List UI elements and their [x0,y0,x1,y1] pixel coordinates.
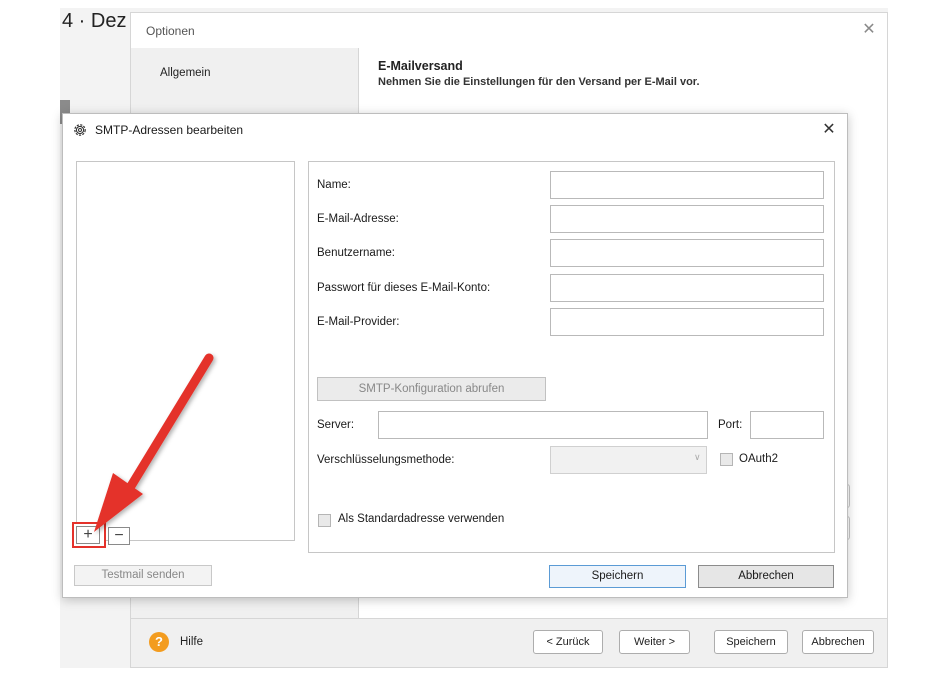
remove-address-button[interactable]: − [108,527,130,545]
default-address-checkbox[interactable] [318,514,331,527]
encryption-select[interactable] [550,446,707,474]
email-label: E-Mail-Adresse: [317,213,399,225]
options-save-button[interactable]: Speichern [714,630,788,654]
username-label: Benutzername: [317,247,395,259]
oauth2-label: OAuth2 [739,453,778,465]
server-field[interactable] [378,411,708,439]
options-dialog-title: Optionen [146,24,195,38]
next-button[interactable]: Weiter > [619,630,690,654]
oauth2-checkbox[interactable] [720,453,733,466]
fetch-smtp-config-button[interactable]: SMTP-Konfiguration abrufen [317,377,546,401]
help-link[interactable]: Hilfe [180,636,203,648]
options-cancel-button[interactable]: Abbrechen [802,630,874,654]
back-button[interactable]: < Zurück [533,630,603,654]
username-field[interactable] [550,239,824,267]
smtp-close-button[interactable]: ✕ [818,119,840,141]
port-label: Port: [718,419,743,431]
default-address-label: Als Standardadresse verwenden [338,513,505,525]
background-date-text: 4 · Dez [62,10,127,32]
smtp-cancel-button[interactable]: Abbrechen [698,565,834,588]
name-field[interactable] [550,171,824,199]
gear-icon [72,122,88,138]
smtp-save-button[interactable]: Speichern [549,565,686,588]
section-title: E-Mailversand [378,59,463,73]
smtp-address-list[interactable] [76,161,295,541]
password-field[interactable] [550,274,824,302]
testmail-button[interactable]: Testmail senden [74,565,212,586]
section-subtitle: Nehmen Sie die Einstellungen für den Ver… [378,76,700,88]
nav-item-allgemein[interactable]: Allgemein [160,67,211,79]
port-field[interactable] [750,411,824,439]
provider-label: E-Mail-Provider: [317,316,400,328]
encryption-label: Verschlüsselungsmethode: [317,454,455,466]
provider-field[interactable] [550,308,824,336]
chevron-down-icon: ∨ [694,452,701,462]
help-icon[interactable]: ? [149,632,169,652]
server-label: Server: [317,419,355,431]
add-address-button[interactable]: + [76,526,100,544]
email-field[interactable] [550,205,824,233]
smtp-dialog-title: SMTP-Adressen bearbeiten [95,123,244,137]
password-label: Passwort für dieses E-Mail-Konto: [317,282,491,294]
name-label: Name: [317,179,351,191]
options-close-button[interactable]: ✕ [858,19,880,41]
